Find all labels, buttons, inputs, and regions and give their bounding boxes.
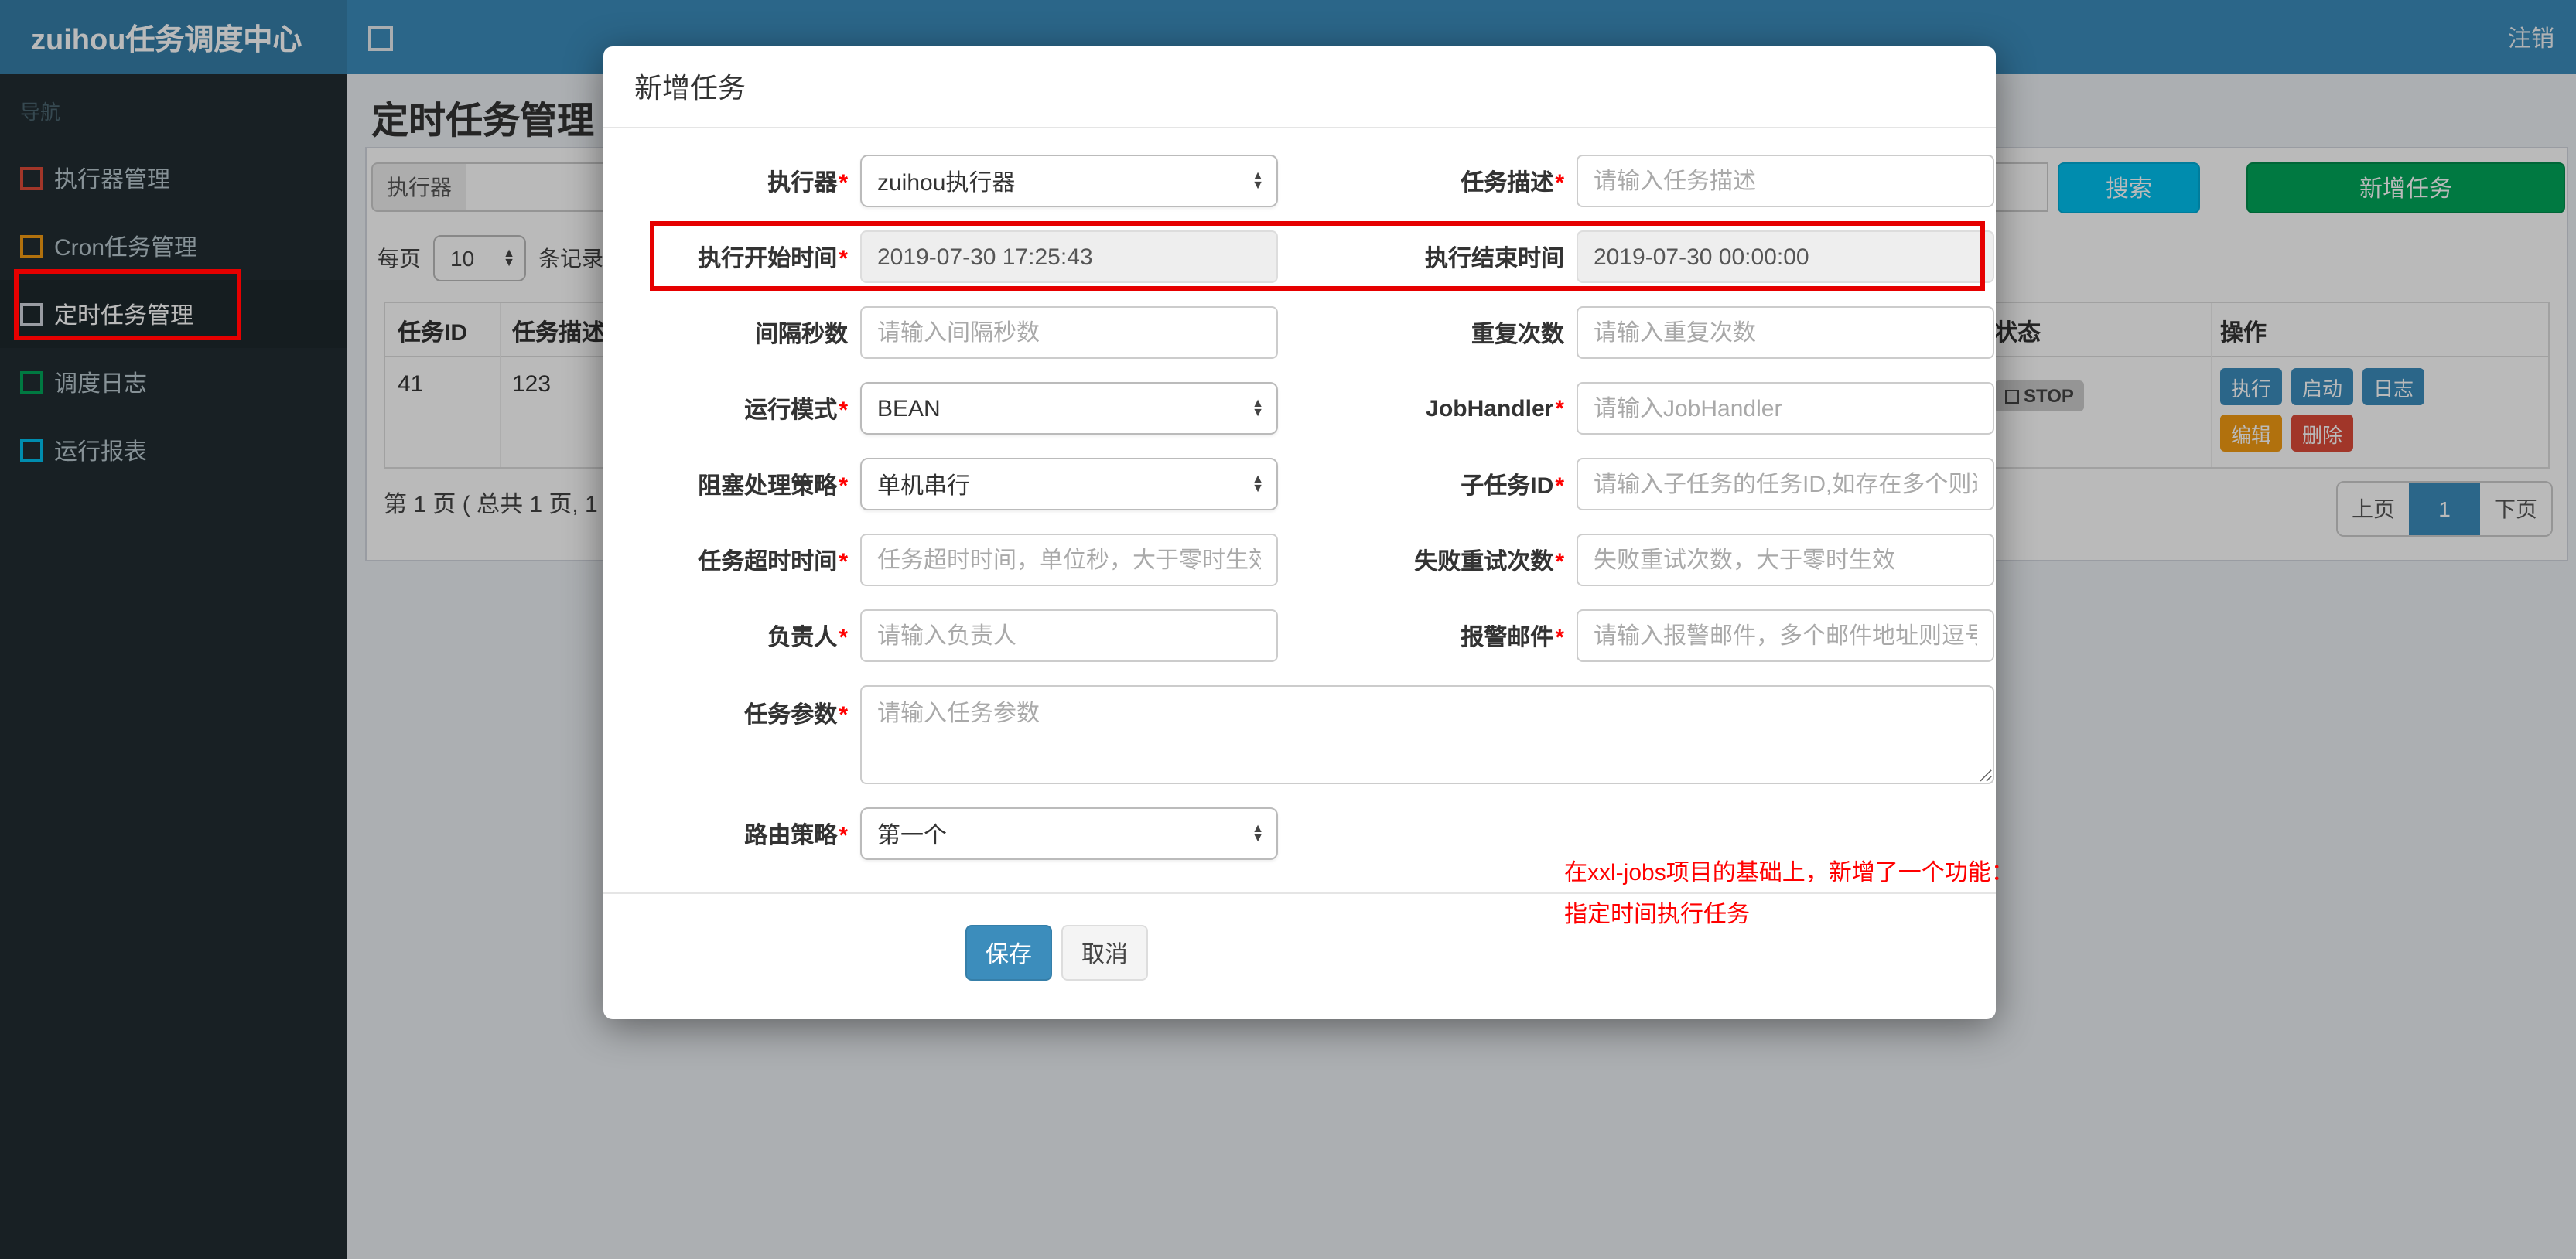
form-row-1: 执行器 * zuihou执行器 ▲ ▼ 任务描述 * bbox=[613, 155, 1996, 207]
interval-input[interactable] bbox=[860, 306, 1278, 359]
route-strategy-label: 路由策略 * bbox=[744, 822, 848, 848]
form-row-3: 间隔秒数 重复次数 bbox=[613, 306, 1996, 359]
route-strategy-select-value: 第一个 bbox=[877, 822, 948, 848]
feature-note-line2: 指定时间执行任务 bbox=[1564, 902, 1751, 928]
required-asterisk: * bbox=[839, 473, 848, 499]
repeat-input[interactable] bbox=[1577, 306, 1994, 359]
job-desc-label: 任务描述 * bbox=[1461, 169, 1564, 196]
block-strategy-select-value: 单机串行 bbox=[877, 473, 971, 499]
alarm-email-label: 报警邮件 * bbox=[1461, 624, 1564, 650]
form-row-2: 执行开始时间* 执行结束时间 bbox=[613, 230, 1996, 283]
required-asterisk: * bbox=[1555, 624, 1564, 650]
feature-note: 在xxl-jobs项目的基础上，新增了一个功能： 指定时间执行任务 bbox=[1564, 852, 2005, 936]
modal-header: 新增任务 bbox=[603, 46, 1996, 128]
required-asterisk: * bbox=[839, 245, 848, 271]
job-param-label: 任务参数 * bbox=[744, 702, 848, 728]
block-strategy-label: 阻塞处理策略 * bbox=[698, 473, 848, 499]
app-root: zuihou任务调度中心 注销 导航 执行器管理 Cron任务管理 定时任务管理… bbox=[0, 0, 2576, 1259]
form-row-7: 负责人* 报警邮件* bbox=[613, 609, 1996, 662]
timeout-label: 任务超时时间 * bbox=[698, 548, 848, 575]
required-asterisk: * bbox=[839, 397, 848, 423]
save-button[interactable]: 保存 bbox=[965, 925, 1052, 981]
retry-label: 失败重试次数 * bbox=[1414, 548, 1564, 575]
feature-note-line1: 在xxl-jobs项目的基础上，新增了一个功能： bbox=[1564, 860, 2005, 886]
block-strategy-select[interactable]: 单机串行 ▲ ▼ bbox=[860, 458, 1278, 510]
job-handler-input[interactable] bbox=[1577, 382, 1994, 435]
start-time-label: 执行开始时间 * bbox=[698, 245, 848, 271]
form-row-4: 运行模式 * BEAN ▲ ▼ JobHandler * bbox=[613, 382, 1996, 435]
job-handler-label: JobHandler * bbox=[1426, 395, 1564, 421]
modal-body: 执行器* zuihou执行器 ▲▼ 任务描述* 执行开始时间* 执行结束时间 间… bbox=[603, 128, 1996, 860]
child-job-input[interactable] bbox=[1577, 458, 1994, 510]
required-asterisk: * bbox=[1555, 395, 1564, 421]
executor-select[interactable]: zuihou执行器 ▲ ▼ bbox=[860, 155, 1278, 207]
executor-label: 执行器 * bbox=[767, 169, 848, 196]
start-time-input[interactable] bbox=[860, 230, 1278, 283]
owner-label: 负责人 * bbox=[767, 624, 848, 650]
route-strategy-select[interactable]: 第一个 ▲ ▼ bbox=[860, 807, 1278, 860]
select-arrows-icon: ▲ ▼ bbox=[1252, 396, 1264, 419]
required-asterisk: * bbox=[1555, 169, 1564, 196]
run-mode-select[interactable]: BEAN ▲ ▼ bbox=[860, 382, 1278, 435]
required-asterisk: * bbox=[1555, 548, 1564, 575]
job-desc-input[interactable] bbox=[1577, 155, 1994, 207]
required-asterisk: * bbox=[839, 624, 848, 650]
form-row-6: 任务超时时间* 失败重试次数* bbox=[613, 534, 1996, 586]
job-param-textarea[interactable] bbox=[860, 685, 1994, 784]
form-row-5: 阻塞处理策略 * 单机串行 ▲ ▼ 子任务ID * bbox=[613, 458, 1996, 510]
form-row-params: 任务参数 * bbox=[613, 685, 1996, 784]
run-mode-select-value: BEAN bbox=[877, 395, 941, 421]
required-asterisk: * bbox=[839, 169, 848, 196]
executor-select-value: zuihou执行器 bbox=[877, 169, 1016, 196]
run-mode-label: 运行模式 * bbox=[744, 397, 848, 423]
alarm-email-input[interactable] bbox=[1577, 609, 1994, 662]
required-asterisk: * bbox=[839, 548, 848, 575]
add-task-modal: 新增任务 执行器* zuihou执行器 ▲▼ 任务描述* 执行开始时间* 执行结… bbox=[603, 46, 2005, 1019]
interval-label: 间隔秒数 bbox=[754, 321, 848, 347]
cancel-button[interactable]: 取消 bbox=[1061, 925, 1148, 981]
required-asterisk: * bbox=[1555, 473, 1564, 499]
end-time-input[interactable] bbox=[1577, 230, 1994, 283]
select-arrows-icon: ▲ ▼ bbox=[1252, 472, 1264, 495]
repeat-label: 重复次数 bbox=[1471, 321, 1564, 347]
select-arrows-icon: ▲ ▼ bbox=[1252, 821, 1264, 844]
owner-input[interactable] bbox=[860, 609, 1278, 662]
timeout-input[interactable] bbox=[860, 534, 1278, 586]
required-asterisk: * bbox=[839, 702, 848, 728]
retry-input[interactable] bbox=[1577, 534, 1994, 586]
child-job-label: 子任务ID * bbox=[1461, 473, 1564, 499]
required-asterisk: * bbox=[839, 822, 848, 848]
select-arrows-icon: ▲ ▼ bbox=[1252, 169, 1264, 192]
modal-title: 新增任务 bbox=[634, 73, 746, 104]
end-time-label: 执行结束时间 bbox=[1424, 245, 1564, 271]
